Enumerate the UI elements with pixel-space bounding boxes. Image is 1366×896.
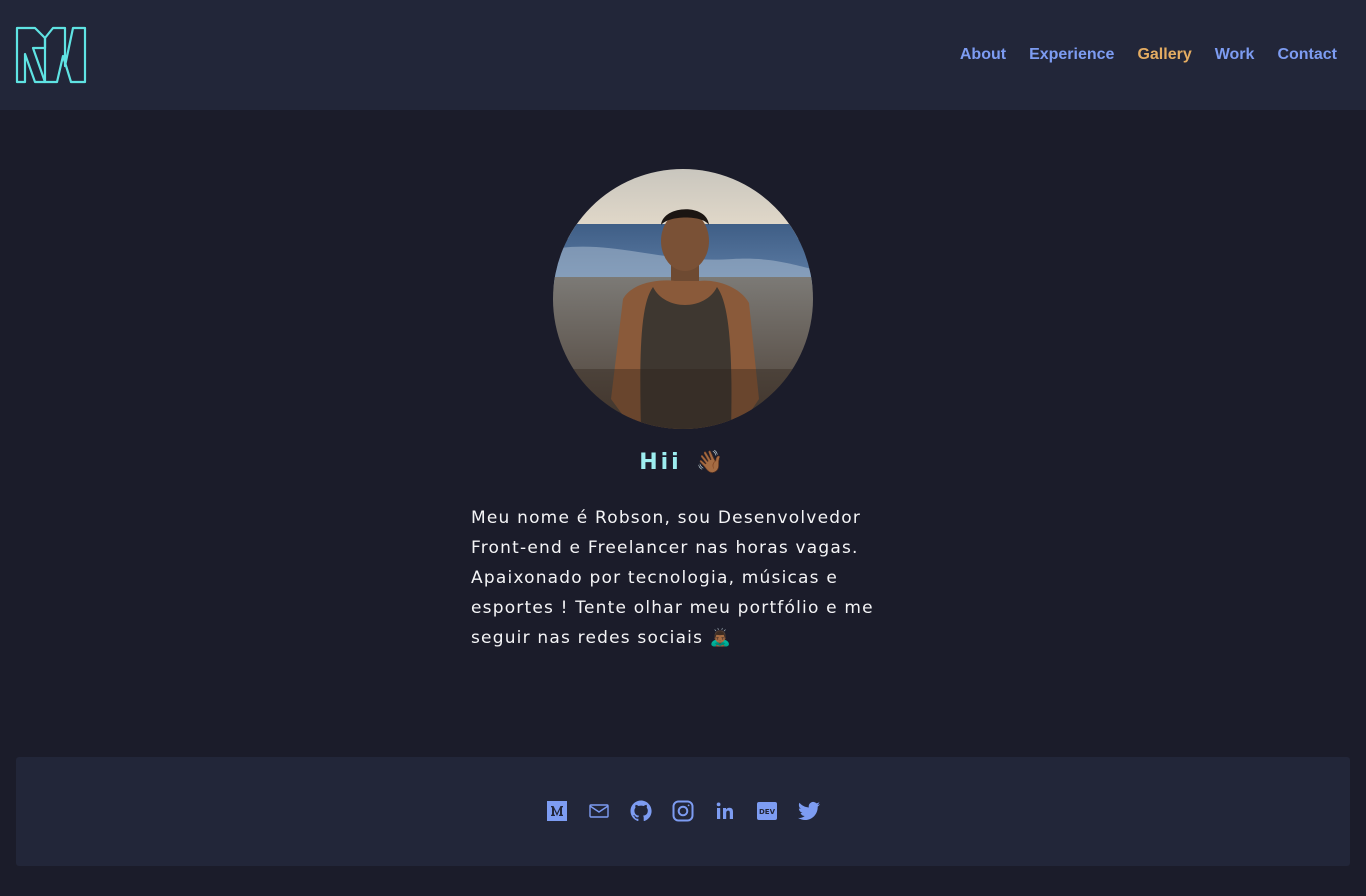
- nav-experience[interactable]: Experience: [1029, 44, 1114, 66]
- logo-icon[interactable]: [15, 26, 87, 84]
- greeting-text: Hii: [639, 450, 682, 475]
- nav-contact[interactable]: Contact: [1277, 44, 1337, 66]
- instagram-icon[interactable]: [671, 799, 695, 823]
- linkedin-icon[interactable]: [713, 799, 737, 823]
- nav-gallery[interactable]: Gallery: [1137, 44, 1191, 66]
- profile-avatar: [553, 169, 813, 429]
- social-links: DEV: [545, 799, 821, 823]
- bio-text: Meu nome é Robson, sou Desenvolvedor Fro…: [471, 508, 874, 648]
- site-footer: DEV: [16, 757, 1350, 866]
- medium-icon[interactable]: [545, 799, 569, 823]
- main-nav: About Experience Gallery Work Contact: [960, 44, 1337, 66]
- svg-text:DEV: DEV: [759, 808, 776, 816]
- mail-icon[interactable]: [587, 799, 611, 823]
- greeting-heading: Hii 👋🏾: [0, 450, 1366, 475]
- site-header: About Experience Gallery Work Contact: [0, 0, 1366, 110]
- waving-hand-icon: 👋🏾: [696, 450, 727, 475]
- nav-work[interactable]: Work: [1215, 44, 1255, 66]
- nav-about[interactable]: About: [960, 44, 1006, 66]
- dev-icon[interactable]: DEV: [755, 799, 779, 823]
- github-icon[interactable]: [629, 799, 653, 823]
- twitter-icon[interactable]: [797, 799, 821, 823]
